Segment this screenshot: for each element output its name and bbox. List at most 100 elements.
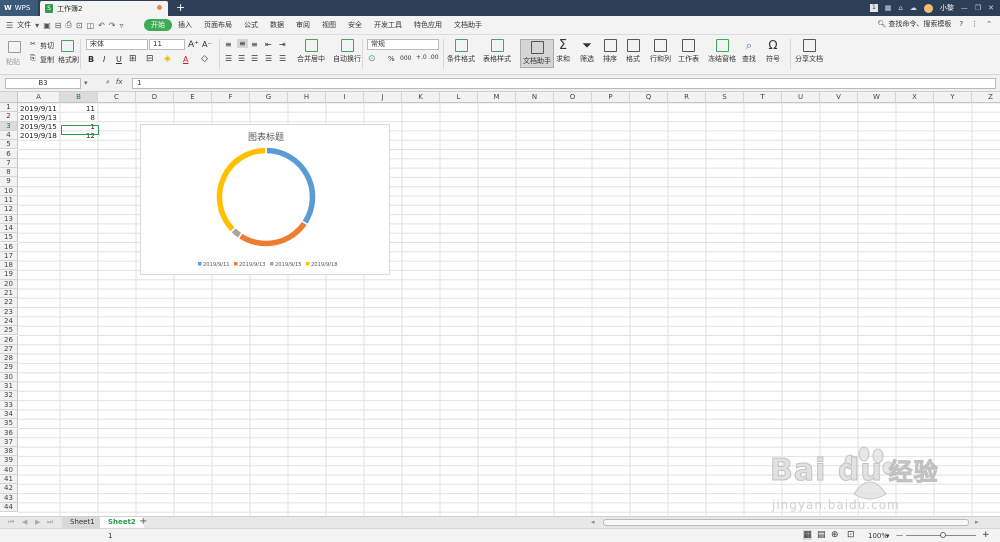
select-all-corner[interactable] — [0, 92, 18, 103]
number-format-select[interactable]: 常规 — [367, 39, 439, 50]
cell-a2[interactable]: 2019/9/13 — [20, 113, 57, 122]
open-icon[interactable]: ⊟ — [55, 21, 62, 30]
column-header-s[interactable]: S — [706, 92, 744, 103]
menu-tab-3[interactable]: 公式 — [238, 19, 264, 31]
filter-button[interactable]: ⏷ 筛选 — [580, 39, 594, 64]
doc-helper-button[interactable]: 文档助手 — [520, 39, 554, 68]
align-right-icon[interactable]: ☰ — [251, 54, 258, 63]
row-header-17[interactable]: 17 — [0, 251, 18, 262]
zoom-formula-icon[interactable]: ⌕ — [106, 78, 110, 87]
cell-a3[interactable]: 2019/9/15 — [20, 122, 57, 131]
zoom-out-button[interactable]: — — [896, 531, 903, 539]
column-header-r[interactable]: R — [668, 92, 706, 103]
cut-button[interactable]: 剪切 — [40, 41, 54, 51]
sheet-tab-sheet1[interactable]: Sheet1 — [62, 517, 103, 528]
indent-right-icon[interactable]: ⇥ — [279, 40, 286, 49]
copy-button[interactable]: 复制 — [40, 55, 54, 65]
worksheet-button[interactable]: 工作表 — [678, 39, 699, 64]
file-menu[interactable]: 文件 — [17, 20, 31, 30]
percent-button[interactable]: % — [388, 55, 395, 63]
cell-b2[interactable]: 8 — [60, 113, 95, 122]
selected-cell-b3[interactable] — [61, 125, 99, 135]
zoom-slider-handle[interactable] — [940, 532, 946, 538]
menu-tab-5[interactable]: 审阅 — [290, 19, 316, 31]
column-header-p[interactable]: P — [592, 92, 630, 103]
conditional-format-button[interactable]: 条件格式 — [447, 39, 475, 64]
column-header-f[interactable]: F — [212, 92, 250, 103]
column-header-c[interactable]: C — [98, 92, 136, 103]
row-header-24[interactable]: 24 — [0, 316, 18, 327]
menu-tab-1[interactable]: 插入 — [172, 19, 198, 31]
fill-color-icon[interactable]: ◈ — [164, 54, 171, 64]
row-header-6[interactable]: 6 — [0, 149, 18, 159]
chevron-down-icon[interactable]: ▾ — [84, 79, 88, 87]
column-header-j[interactable]: J — [364, 92, 402, 103]
wps-home-tab[interactable]: W WPS — [0, 0, 38, 16]
find-button[interactable]: ⌕ 查找 — [742, 39, 756, 64]
bold-icon[interactable]: B — [88, 55, 94, 64]
undo-icon[interactable]: ↶ — [98, 21, 105, 30]
normal-view-icon[interactable]: ▦ — [803, 530, 812, 540]
legend-label-2[interactable]: 2019/9/15 — [275, 262, 302, 268]
cloud-icon[interactable]: ☁ — [910, 4, 917, 12]
row-header-5[interactable]: 5 — [0, 140, 18, 150]
wrap-text-button[interactable]: 自动换行 — [333, 39, 361, 64]
format-painter-icon[interactable] — [61, 40, 74, 52]
column-header-y[interactable]: Y — [934, 92, 972, 103]
column-header-t[interactable]: T — [744, 92, 782, 103]
window-count-badge[interactable]: 1 — [869, 4, 878, 12]
legend-label-1[interactable]: 2019/9/13 — [239, 262, 266, 268]
column-header-d[interactable]: D — [136, 92, 174, 103]
zoom-level[interactable]: 100% — [868, 532, 888, 540]
row-header-8[interactable]: 8 — [0, 168, 18, 178]
justify-icon[interactable]: ☰ — [265, 54, 272, 63]
row-col-button[interactable]: 行和列 — [650, 39, 671, 64]
row-header-1[interactable]: 1 — [0, 103, 18, 113]
row-header-36[interactable]: 36 — [0, 428, 18, 438]
row-header-3[interactable]: 3 — [0, 121, 18, 131]
row-header-30[interactable]: 30 — [0, 372, 18, 382]
row-header-28[interactable]: 28 — [0, 354, 18, 364]
menu-tab-7[interactable]: 安全 — [342, 19, 368, 31]
restore-icon[interactable]: ❐ — [975, 4, 981, 12]
paste-icon[interactable] — [8, 41, 21, 53]
row-header-38[interactable]: 38 — [0, 447, 18, 457]
doughnut-slice-0[interactable] — [265, 146, 317, 226]
export-icon[interactable]: ⊡ — [76, 21, 83, 30]
more-icon[interactable]: ⋮ — [971, 20, 978, 28]
row-header-29[interactable]: 29 — [0, 363, 18, 373]
italic-icon[interactable]: I — [103, 55, 105, 64]
row-header-13[interactable]: 13 — [0, 214, 18, 224]
scroll-right-icon[interactable]: ▸ — [975, 518, 979, 526]
scroll-left-icon[interactable]: ◂ — [591, 518, 595, 526]
row-header-42[interactable]: 42 — [0, 484, 18, 494]
font-color-icon[interactable]: A — [183, 55, 188, 64]
cell-a1[interactable]: 2019/9/11 — [20, 104, 57, 113]
hamburger-icon[interactable]: ☰ — [6, 21, 13, 30]
next-sheet-icon[interactable]: ▶ — [35, 518, 40, 526]
menu-tab-6[interactable]: 视图 — [316, 19, 342, 31]
row-header-26[interactable]: 26 — [0, 335, 18, 345]
sum-button[interactable]: Σ 求和 — [556, 39, 570, 64]
cell-b1[interactable]: 11 — [60, 104, 95, 113]
row-header-40[interactable]: 40 — [0, 465, 18, 475]
copy-icon[interactable]: ⎘ — [30, 54, 36, 63]
row-header-41[interactable]: 41 — [0, 475, 18, 485]
column-header-k[interactable]: K — [402, 92, 440, 103]
row-header-9[interactable]: 9 — [0, 177, 18, 187]
increase-decimal-icon[interactable]: +.0 — [416, 54, 427, 61]
print-icon[interactable]: ⎙ — [65, 20, 71, 30]
preview-icon[interactable]: ◫ — [87, 21, 95, 30]
distribute-icon[interactable]: ☰ — [279, 54, 286, 63]
align-center-icon[interactable]: ☰ — [238, 54, 245, 63]
collapse-ribbon-icon[interactable]: ⌃ — [986, 20, 992, 28]
redo-icon[interactable]: ↷ — [109, 21, 116, 30]
help-button[interactable]: ? — [959, 20, 963, 28]
column-header-n[interactable]: N — [516, 92, 554, 103]
menu-tab-0[interactable]: 开始 — [144, 19, 172, 31]
symbol-button[interactable]: Ω 符号 — [766, 39, 780, 64]
customize-icon[interactable]: ▿ — [120, 21, 124, 30]
column-header-a[interactable]: A — [18, 92, 60, 103]
new-tab-button[interactable]: + — [176, 0, 185, 16]
row-header-19[interactable]: 19 — [0, 270, 18, 280]
